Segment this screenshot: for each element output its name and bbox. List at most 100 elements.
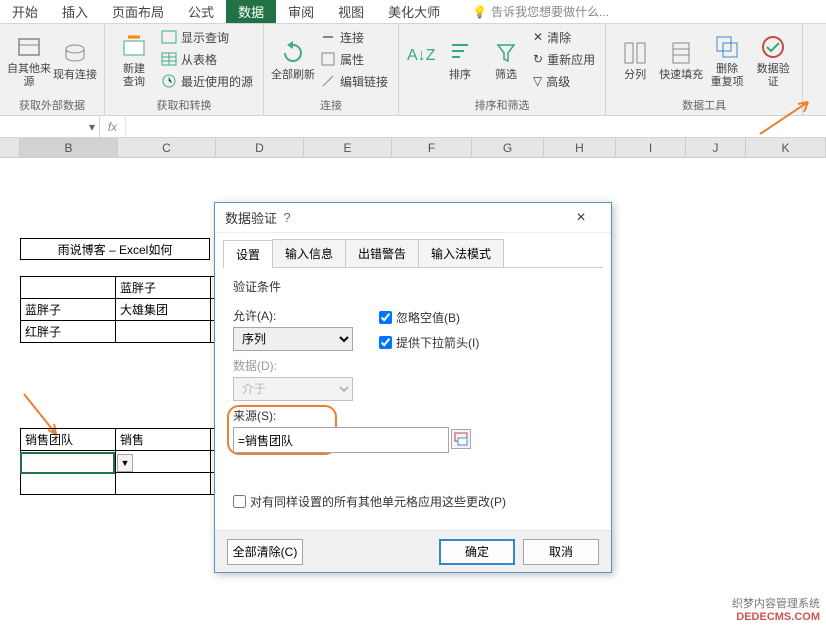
- tab-view[interactable]: 视图: [326, 0, 376, 23]
- cell-dropdown-button[interactable]: ▼: [117, 454, 133, 472]
- btn-reapply[interactable]: ↻重新应用: [529, 48, 599, 70]
- apply-all-label: 对有同样设置的所有其他单元格应用这些更改(P): [250, 493, 506, 510]
- tell-me-box[interactable]: 💡 告诉我您想要做什么...: [472, 0, 609, 23]
- ignore-blank-checkbox[interactable]: [379, 311, 392, 324]
- tab-layout[interactable]: 页面布局: [100, 0, 176, 23]
- close-button[interactable]: ×: [561, 209, 601, 227]
- dlg-tab-input[interactable]: 输入信息: [272, 239, 346, 267]
- btn-sort[interactable]: 排序: [437, 26, 483, 96]
- table-title: 雨说博客 – Excel如何: [20, 238, 210, 260]
- allow-select[interactable]: 序列: [233, 327, 353, 351]
- dropdown-checkbox[interactable]: [379, 336, 392, 349]
- cell[interactable]: 销售: [116, 429, 211, 451]
- dlg-tab-ime[interactable]: 输入法模式: [418, 239, 504, 267]
- cancel-button[interactable]: 取消: [523, 539, 599, 565]
- btn-filter[interactable]: 筛选: [483, 26, 529, 96]
- btn-recent-source[interactable]: 最近使用的源: [157, 70, 257, 92]
- btn-flash-fill[interactable]: 快速填充: [658, 26, 704, 96]
- active-cell-border: [20, 452, 115, 474]
- btn-clear[interactable]: ✕清除: [529, 26, 599, 48]
- cell[interactable]: [116, 473, 211, 495]
- dlg-tab-error[interactable]: 出错警告: [345, 239, 419, 267]
- ok-button[interactable]: 确定: [439, 539, 515, 565]
- select-all-corner[interactable]: [0, 138, 20, 157]
- chevron-down-icon: ▾: [89, 120, 95, 134]
- flash-icon: [667, 39, 695, 67]
- group-label: 获取外部数据: [6, 97, 98, 115]
- btn-other-source[interactable]: 自其他来源: [6, 26, 52, 96]
- col-header-I[interactable]: I: [616, 138, 686, 157]
- group-label: 连接: [270, 97, 392, 115]
- col-header-F[interactable]: F: [392, 138, 472, 157]
- bulb-icon: 💡: [472, 5, 487, 19]
- watermark: 织梦内容管理系统 DEDECMS.COM: [732, 598, 820, 624]
- btn-sort-az[interactable]: A↓Z: [405, 26, 437, 96]
- dialog-titlebar[interactable]: 数据验证 ? ×: [215, 203, 611, 233]
- btn-refresh-all[interactable]: 全部刷新: [270, 26, 316, 96]
- source-input[interactable]: [233, 427, 449, 453]
- col-header-J[interactable]: J: [686, 138, 746, 157]
- group-label: 获取和转换: [111, 97, 257, 115]
- advanced-icon: ▽: [533, 74, 542, 88]
- col-header-E[interactable]: E: [304, 138, 392, 157]
- tab-review[interactable]: 审阅: [276, 0, 326, 23]
- range-select-button[interactable]: [451, 429, 471, 449]
- tab-insert[interactable]: 插入: [50, 0, 100, 23]
- btn-edit-links[interactable]: 编辑链接: [316, 70, 392, 92]
- btn-data-validation[interactable]: 数据验 证: [750, 26, 796, 96]
- fx-button[interactable]: fx: [100, 116, 126, 137]
- btn-connections[interactable]: 连接: [316, 26, 392, 48]
- tab-data[interactable]: 数据: [226, 0, 276, 23]
- group-external-data: 自其他来源 现有连接 获取外部数据: [0, 24, 105, 115]
- formula-bar: ▾ fx: [0, 116, 826, 138]
- filter-icon: [492, 39, 520, 67]
- cell[interactable]: 红胖子: [21, 321, 116, 343]
- btn-remove-dup[interactable]: 删除 重复项: [704, 26, 750, 96]
- btn-text-columns[interactable]: 分列: [612, 26, 658, 96]
- btn-new-query[interactable]: 新建 查询: [111, 26, 157, 96]
- col-header-C[interactable]: C: [118, 138, 216, 157]
- cell[interactable]: 大雄集团: [116, 299, 211, 321]
- column-headers: BCDEFGHIJK: [0, 138, 826, 158]
- btn-from-table[interactable]: 从表格: [157, 48, 257, 70]
- allow-label: 允许(A):: [233, 307, 353, 324]
- group-connections: 全部刷新 连接 属性 编辑链接 连接: [264, 24, 399, 115]
- tab-formulas[interactable]: 公式: [176, 0, 226, 23]
- tab-home[interactable]: 开始: [0, 0, 50, 23]
- ribbon: 自其他来源 现有连接 获取外部数据 新建 查询 显示查询 从表格 最近使用的源 …: [0, 24, 826, 116]
- cell[interactable]: [21, 473, 116, 495]
- btn-existing-conn[interactable]: 现有连接: [52, 26, 98, 96]
- col-header-H[interactable]: H: [544, 138, 616, 157]
- cell[interactable]: 销售团队: [21, 429, 116, 451]
- dialog-tabs: 设置 输入信息 出错警告 输入法模式: [223, 239, 603, 268]
- clear-icon: ✕: [533, 30, 543, 44]
- dup-icon: [713, 33, 741, 61]
- tab-beautify[interactable]: 美化大师: [376, 0, 452, 23]
- cell[interactable]: 蓝胖子: [116, 277, 211, 299]
- cell[interactable]: [21, 277, 116, 299]
- reapply-icon: ↻: [533, 52, 543, 66]
- col-header-B[interactable]: B: [20, 138, 118, 157]
- col-header-K[interactable]: K: [746, 138, 826, 157]
- col-header-D[interactable]: D: [216, 138, 304, 157]
- group-label: 排序和筛选: [405, 97, 599, 115]
- help-button[interactable]: ?: [277, 210, 297, 225]
- btn-properties[interactable]: 属性: [316, 48, 392, 70]
- link-icon: [320, 29, 336, 45]
- cell[interactable]: [116, 321, 211, 343]
- chevron-down-icon: ▼: [121, 458, 130, 468]
- clear-all-button[interactable]: 全部清除(C): [227, 539, 303, 565]
- dropdown-label: 提供下拉箭头(I): [396, 334, 479, 351]
- btn-show-query[interactable]: 显示查询: [157, 26, 257, 48]
- sort-az-icon: A↓Z: [407, 46, 435, 74]
- dlg-tab-settings[interactable]: 设置: [223, 240, 273, 268]
- col-header-G[interactable]: G: [472, 138, 544, 157]
- btn-advanced[interactable]: ▽高级: [529, 70, 599, 92]
- data-select: 介于: [233, 377, 353, 401]
- split-icon: [621, 39, 649, 67]
- apply-all-checkbox[interactable]: [233, 495, 246, 508]
- tell-me-text: 告诉我您想要做什么...: [491, 3, 609, 20]
- cell[interactable]: 蓝胖子: [21, 299, 116, 321]
- query-icon: [120, 33, 148, 61]
- name-box[interactable]: ▾: [0, 116, 100, 137]
